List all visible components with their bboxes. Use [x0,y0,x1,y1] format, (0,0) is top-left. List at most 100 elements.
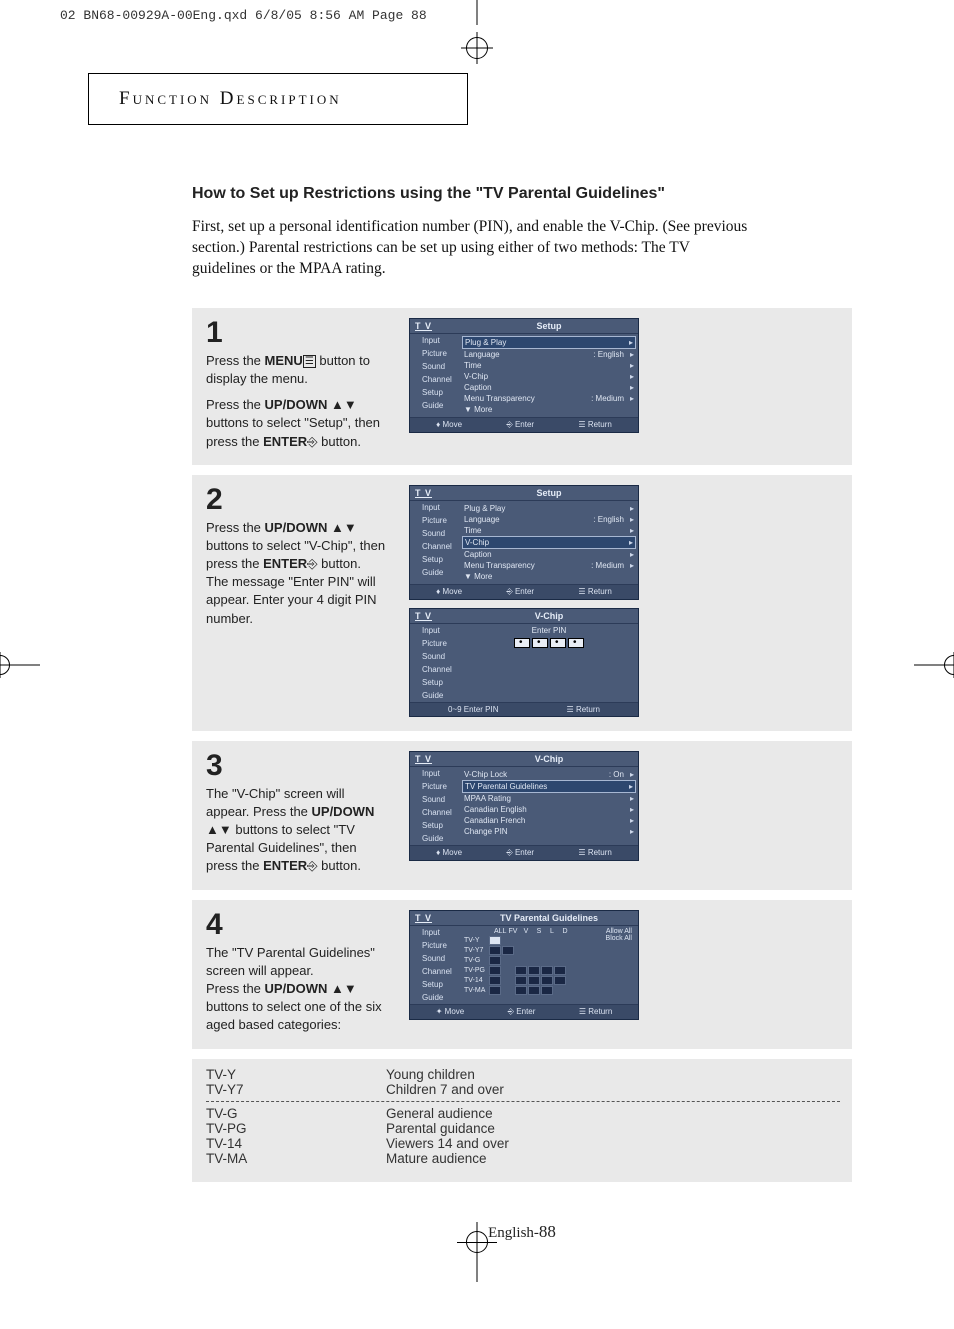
rating-row-label: TV-PG [464,966,485,975]
updown-key-label: UP/DOWN [265,397,328,412]
step-4: 4 The "TV Parental Guidelines" screen wi… [192,900,852,1049]
crop-mark-top [477,0,478,25]
menu-value: : Medium [591,394,630,403]
enter-icon [307,556,317,571]
rating-desc: Parental guidance [386,1121,495,1136]
nav-input: Input [410,334,460,347]
section-heading: How to Set up Restrictions using the "TV… [192,185,852,203]
osd-tv-label: T V [410,752,460,766]
nav-guide: Guide [410,991,460,1004]
rating-row-label: TV-MA [464,986,485,995]
nav-guide: Guide [410,832,460,845]
pin-digit [532,638,548,648]
footer-return: Return [588,848,612,857]
menu-item: MPAA Rating [464,794,630,803]
nav-picture: Picture [410,939,460,952]
nav-setup: Setup [410,978,460,991]
osd-enter-pin-screenshot: T VV-Chip Input Picture Sound Channel Se… [409,608,639,717]
nav-channel: Channel [410,965,460,978]
nav-channel: Channel [410,806,460,819]
nav-sound: Sound [410,527,460,540]
osd-tv-label: T V [410,486,460,500]
menu-item: V-Chip [464,372,630,381]
footer-move: Move [442,587,462,596]
menu-item: Language [464,515,593,524]
rating-desc: General audience [386,1106,493,1121]
rating-grid-header: ALLFVVSLD [494,928,588,936]
nav-picture: Picture [410,637,460,650]
menu-item: V-Chip [465,538,629,547]
nav-sound: Sound [410,360,460,373]
nav-picture: Picture [410,780,460,793]
rating-desc: Mature audience [386,1151,487,1166]
up-arrow-icon [331,981,344,996]
step-number: 2 [206,485,391,515]
up-arrow-icon [331,397,344,412]
nav-input: Input [410,767,460,780]
registration-mark-bottom [457,1222,497,1282]
rating-code: TV-PG [206,1121,386,1136]
nav-setup: Setup [410,386,460,399]
footer-move: Move [445,1007,465,1016]
rating-code: TV-Y7 [206,1082,386,1097]
footer-move: Move [442,848,462,857]
osd-title: V-Chip [460,609,638,623]
nav-input: Input [410,501,460,514]
osd-title: V-Chip [460,752,638,766]
text: Press the [206,353,265,368]
footer-return: Return [576,705,600,714]
menu-item: Caption [464,383,630,392]
updown-key-label: UP/DOWN [265,520,328,535]
registration-mark-right [914,625,954,705]
rating-row-label: TV-G [464,956,485,965]
menu-item: Menu Transparency [464,394,591,403]
menu-item: Time [464,526,630,535]
down-arrow-icon [344,520,357,535]
pin-digit [568,638,584,648]
down-arrow-icon [344,981,357,996]
osd-vchip-screenshot: T VV-Chip Input Picture Sound Channel Se… [409,751,639,861]
updown-key-label: UP/DOWN [312,804,375,819]
step-number: 3 [206,751,391,781]
nav-setup: Setup [410,819,460,832]
text: Press the [206,520,265,535]
updown-key-label: UP/DOWN [265,981,328,996]
menu-value: : On [609,770,630,779]
pin-digit [550,638,566,648]
rating-code: TV-14 [206,1136,386,1151]
menu-item-more: ▼ More [464,405,634,414]
down-arrow-icon [219,822,232,837]
menu-value: : Medium [591,561,630,570]
pin-digit [514,638,530,648]
menu-item: Canadian French [464,816,630,825]
separator [206,1101,840,1102]
up-arrow-icon [206,822,219,837]
rating-grid: TV-Y TV-Y7 TV-G TV-PG TV-14 TV-MA [464,936,588,995]
osd-setup-screenshot: T VSetup Input Picture Sound Channel Set… [409,318,639,433]
menu-icon [303,353,316,368]
osd-title: Setup [460,319,638,333]
osd-tvpg-screenshot: T VTV Parental Guidelines Input Picture … [409,910,639,1020]
menu-item: Change PIN [464,827,630,836]
pin-input-boxes [514,638,584,648]
page-num-value: 88 [539,1222,556,1241]
step-number: 1 [206,318,391,348]
text: The "TV Parental Guidelines" screen will… [206,944,391,980]
menu-item: Menu Transparency [464,561,591,570]
footer-enter-pin: 0~9 Enter PIN [448,705,498,714]
rating-desc: Children 7 and over [386,1082,504,1097]
ratings-legend: TV-YYoung children TV-Y7Children 7 and o… [192,1059,852,1182]
nav-sound: Sound [410,793,460,806]
menu-key-label: MENU [265,353,303,368]
step-3: 3 The "V-Chip" screen will appear. Press… [192,741,852,890]
osd-setup-vchip-screenshot: T VSetup Input Picture Sound Channel Set… [409,485,639,600]
osd-tv-label: T V [410,911,460,925]
menu-item-more: ▼ More [464,572,634,581]
text: The message "Enter PIN" will appear. Ent… [206,573,391,628]
footer-enter: Enter [515,587,534,596]
step-2: 2 Press the UP/DOWN buttons to select "V… [192,475,852,731]
menu-item: V-Chip Lock [464,770,609,779]
step-number: 4 [206,910,391,940]
up-arrow-icon [331,520,344,535]
osd-tv-label: T V [410,609,460,623]
